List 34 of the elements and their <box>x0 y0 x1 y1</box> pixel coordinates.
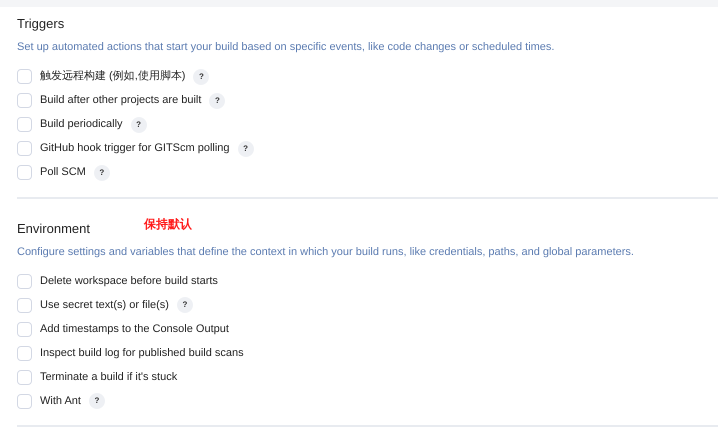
checkbox[interactable] <box>17 141 32 156</box>
help-button[interactable]: ? <box>130 116 147 132</box>
checkbox[interactable] <box>17 69 32 84</box>
checkbox[interactable] <box>17 298 32 312</box>
checkbox[interactable] <box>17 117 32 132</box>
help-button[interactable]: ? <box>209 92 226 108</box>
section-title: Environment <box>17 220 90 238</box>
section-title: Triggers <box>17 15 64 33</box>
checkbox[interactable] <box>17 370 32 384</box>
checkbox[interactable] <box>17 322 32 336</box>
help-button[interactable]: ? <box>238 140 254 156</box>
checkbox[interactable] <box>17 346 32 360</box>
section-description: Set up automated actions that start your build based on specific events, like code changes or scheduled times. <box>17 40 556 55</box>
checkbox[interactable] <box>17 165 32 180</box>
checkbox[interactable] <box>17 93 32 108</box>
checkbox-label[interactable]: Use secret text(s) or file(s) <box>40 296 169 314</box>
checkbox-label[interactable]: With Ant <box>40 392 81 410</box>
help-button[interactable]: ? <box>176 297 193 313</box>
checkbox[interactable] <box>17 274 32 288</box>
checkbox-label[interactable]: Build periodically <box>40 116 123 133</box>
help-button[interactable]: ? <box>94 164 110 180</box>
help-button[interactable]: ? <box>88 393 105 409</box>
annotation-text: 保持默认 <box>144 216 192 232</box>
checkbox[interactable] <box>17 394 32 408</box>
section-description: Configure settings and variables that define the context in which your build runs, like credentials, paths, and global parameters. <box>17 244 635 260</box>
help-button[interactable]: ? <box>193 68 210 84</box>
checkbox-label[interactable]: Poll SCM <box>40 164 86 181</box>
checkbox-label[interactable]: Terminate a build if it's stuck <box>40 368 178 386</box>
checkbox-label[interactable]: Build after other projects are built <box>40 92 202 109</box>
checkbox-label[interactable]: GitHub hook trigger for GITScm polling <box>40 140 230 157</box>
checkbox-label[interactable]: Add timestamps to the Console Output <box>40 320 229 338</box>
checkbox-label[interactable]: Delete workspace before build starts <box>40 272 218 290</box>
checkbox-label[interactable]: Inspect build log for published build scans <box>40 344 244 362</box>
checkbox-label[interactable]: 触发远程构建 (例如,使用脚本) <box>40 68 186 85</box>
